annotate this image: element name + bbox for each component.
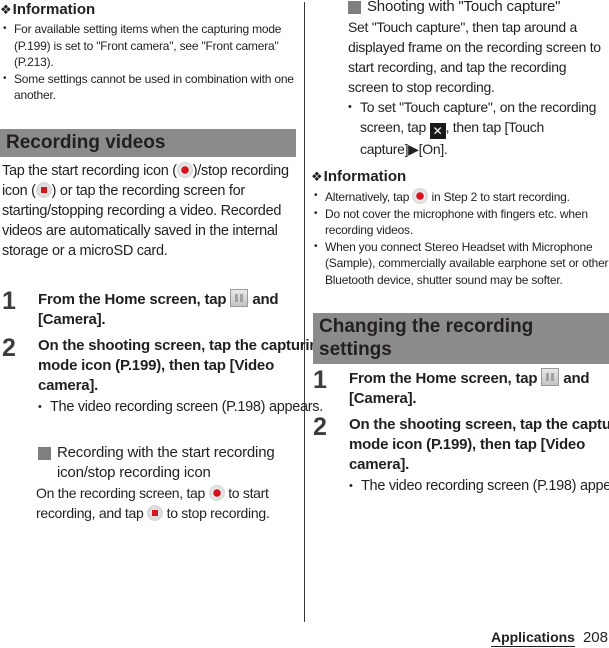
info-block-right: ❖Information Alternatively, tap in Step …	[311, 168, 609, 288]
info-list: For available setting items when the cap…	[0, 21, 296, 104]
apps-icon	[230, 289, 249, 307]
step-number: 2	[313, 413, 327, 441]
info-item: Alternatively, tap in Step 2 to start re…	[311, 188, 609, 206]
start-recording-icon	[208, 485, 225, 501]
section-title-changing-settings: Changing the recording settings	[313, 313, 609, 364]
start-recording-icon	[412, 188, 429, 204]
subsection-text: Set "Touch capture", then tap around a d…	[348, 19, 601, 95]
section-title-recording-videos: Recording videos	[0, 129, 296, 157]
stop-recording-icon	[147, 505, 164, 521]
square-bullet-icon	[38, 447, 51, 460]
step-note: The video recording screen (P.198) appea…	[38, 397, 332, 417]
step-note: The video recording screen (P.198) appea…	[349, 476, 609, 496]
touch-capture-note: To set "Touch capture", on the recording…	[348, 97, 608, 159]
subsection-heading: Recording with the start recording icon/…	[36, 443, 296, 483]
step-text: From the Home screen, tap and [Camera].	[38, 289, 279, 328]
step-number: 1	[313, 366, 327, 394]
apps-icon	[541, 368, 560, 386]
info-item: Do not cover the microphone with fingers…	[311, 206, 609, 239]
page-number: 208	[582, 629, 608, 646]
info-item: Some settings cannot be used in combinat…	[0, 71, 296, 104]
intro-paragraph: Tap the start recording icon ()/stop rec…	[2, 162, 289, 259]
step-number: 1	[2, 287, 16, 315]
step-text: On the shooting screen, tap the capturin…	[38, 337, 328, 394]
start-recording-icon	[176, 162, 193, 178]
info-heading: ❖Information	[0, 1, 96, 18]
info-heading: ❖Information	[311, 168, 407, 185]
step-2: 2 On the shooting screen, tap the captur…	[313, 413, 609, 496]
step-text: On the shooting screen, tap the capturin…	[349, 416, 609, 473]
tools-icon: ✕	[429, 123, 446, 139]
stop-recording-icon	[35, 182, 52, 198]
step-number: 2	[2, 334, 16, 362]
subsection-text: On the recording screen, tap to start re…	[36, 485, 270, 521]
subsection-touch-capture: Shooting with "Touch capture" Set "Touch…	[348, 0, 608, 159]
info-list: Alternatively, tap in Step 2 to start re…	[311, 188, 609, 288]
step-1: 1 From the Home screen, tap and [Camera]…	[2, 287, 332, 330]
info-block-left: ❖Information For available setting items…	[0, 1, 296, 104]
subsection-heading: Shooting with "Touch capture"	[348, 0, 608, 17]
diamond-icon: ❖	[0, 2, 12, 17]
info-item: When you connect Stereo Headset with Mic…	[311, 239, 609, 289]
page-footer: Applications 208	[490, 628, 608, 647]
footer-section-name: Applications	[490, 629, 575, 647]
square-bullet-icon	[348, 1, 361, 14]
step-2: 2 On the shooting screen, tap the captur…	[2, 334, 332, 417]
step-1: 1 From the Home screen, tap and [Camera]…	[313, 366, 609, 409]
subsection-start-stop: Recording with the start recording icon/…	[36, 443, 296, 523]
step-text: From the Home screen, tap and [Camera].	[349, 368, 590, 407]
diamond-icon: ❖	[311, 169, 323, 184]
info-item: For available setting items when the cap…	[0, 21, 296, 71]
